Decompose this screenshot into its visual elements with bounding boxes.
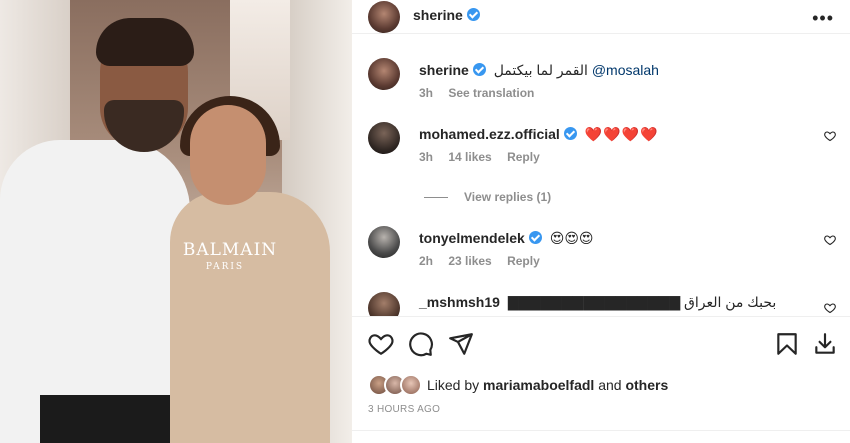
like-comment-heart-icon[interactable] (824, 302, 836, 314)
verified-badge-icon (472, 63, 486, 76)
comment-username[interactable]: _mshmsh19 (419, 294, 500, 310)
author-name-group: sherine (413, 7, 480, 23)
comment-meta: 3h 14 likes Reply (419, 150, 552, 164)
more-options-icon[interactable]: ••• (812, 8, 834, 29)
liked-by-avatars (368, 374, 424, 396)
download-icon[interactable] (812, 331, 838, 357)
share-send-icon[interactable] (448, 331, 474, 357)
comment-avatar[interactable] (368, 226, 400, 258)
see-translation-button[interactable]: See translation (448, 86, 534, 100)
post-timestamp[interactable]: 3 HOURS AGO (368, 404, 440, 415)
comment-text: tonyelmendelek 😍😍😍 (419, 230, 594, 247)
verified-badge-icon (528, 231, 542, 244)
author-avatar[interactable] (368, 1, 400, 33)
shirt-brand-subtext: PARIS (205, 262, 245, 272)
comment-time[interactable]: 3h (419, 150, 433, 164)
post-photo[interactable]: BALMAIN PARIS (0, 0, 352, 443)
caption-arabic-text: القمر لما بيكتمل (493, 62, 588, 78)
view-replies-label: View replies (1) (464, 190, 552, 204)
like-comment-heart-icon[interactable] (824, 130, 836, 142)
liked-by-prefix: Liked by (427, 377, 480, 393)
verified-badge-icon (563, 127, 577, 140)
person-right-face (190, 105, 266, 205)
instagram-post: BALMAIN PARIS sherine ••• sherine القمر … (0, 0, 850, 443)
post-action-bar (352, 316, 850, 370)
person-left-hair (96, 18, 194, 66)
liked-by-text: Liked by mariamaboelfadl and others (427, 377, 668, 393)
comment-likes-count[interactable]: 23 likes (448, 254, 491, 268)
comment-bubble-icon[interactable] (408, 331, 434, 357)
like-comment-heart-icon[interactable] (824, 234, 836, 246)
caption-avatar[interactable] (368, 58, 400, 90)
caption-username[interactable]: sherine (419, 62, 469, 78)
author-username[interactable]: sherine (413, 7, 463, 23)
comment-meta: 2h 23 likes Reply (419, 254, 552, 268)
liked-by-user-link[interactable]: mariamaboelfadl (483, 377, 594, 393)
comment-likes-count[interactable]: 14 likes (448, 150, 491, 164)
liker-avatar[interactable] (400, 374, 422, 396)
person-right-shirt (170, 192, 330, 443)
comment-body: 😍😍😍 (549, 230, 594, 246)
reply-button[interactable]: Reply (507, 150, 540, 164)
verified-badge-icon (466, 8, 480, 21)
reply-button[interactable]: Reply (507, 254, 540, 268)
view-replies-divider (424, 197, 448, 199)
caption-time[interactable]: 3h (419, 86, 433, 100)
shirt-brand-text: BALMAIN (182, 240, 278, 260)
comment-avatar[interactable] (368, 122, 400, 154)
comments-list: sherine القمر لما بيكتمل @mosalah 3h See… (352, 50, 850, 316)
comment-body: بحبك من العراق ▇▇▇▇▇▇▇▇▇▇▇▇▇▇▇▇ (507, 294, 777, 310)
comment-avatar[interactable] (368, 292, 400, 316)
caption-text: sherine القمر لما بيكتمل @mosalah (419, 62, 659, 79)
person-left-shorts (40, 395, 190, 443)
like-heart-icon[interactable] (368, 331, 394, 357)
caption-mention-link[interactable]: @mosalah (592, 62, 659, 78)
comment-time[interactable]: 2h (419, 254, 433, 268)
comment-text: _mshmsh19 بحبك من العراق ▇▇▇▇▇▇▇▇▇▇▇▇▇▇▇… (419, 294, 776, 311)
view-replies-button[interactable]: View replies (1) (424, 190, 551, 204)
liked-by-others-link[interactable]: others (625, 377, 668, 393)
comment-username[interactable]: tonyelmendelek (419, 230, 525, 246)
post-header: sherine ••• (352, 0, 850, 34)
comment-body: ❤️❤️❤️❤️ (584, 126, 659, 142)
comment-text: mohamed.ezz.official ❤️❤️❤️❤️ (419, 126, 658, 143)
post-side-panel: sherine ••• sherine القمر لما بيكتمل @mo… (352, 0, 850, 443)
caption-meta: 3h See translation (419, 86, 546, 100)
comment-username[interactable]: mohamed.ezz.official (419, 126, 560, 142)
divider (352, 430, 850, 431)
save-bookmark-icon[interactable] (774, 331, 800, 357)
liked-by-and: and (598, 377, 622, 393)
